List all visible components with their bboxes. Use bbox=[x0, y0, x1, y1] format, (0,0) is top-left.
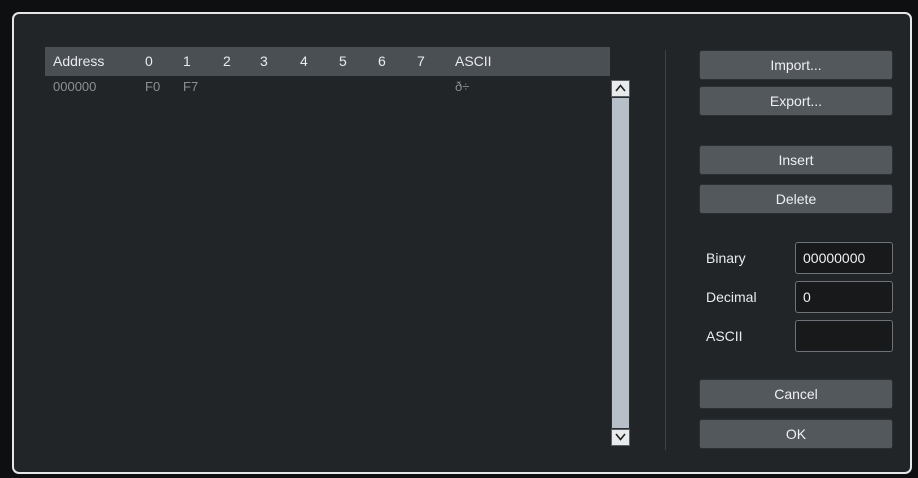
binary-field[interactable]: 00000000 bbox=[795, 242, 893, 274]
col-header-7[interactable]: 7 bbox=[417, 47, 425, 76]
col-header-6[interactable]: 6 bbox=[378, 47, 386, 76]
hex-table-header: Address 0 1 2 3 4 5 6 7 ASCII bbox=[45, 47, 610, 76]
cell-byte-1[interactable]: F7 bbox=[183, 76, 198, 98]
chevron-up-icon bbox=[615, 84, 626, 92]
divider bbox=[665, 50, 666, 450]
hex-table-body[interactable]: 000000 F0 F7 ð÷ bbox=[45, 76, 610, 449]
scroll-thumb[interactable] bbox=[612, 98, 629, 428]
binary-label: Binary bbox=[706, 250, 746, 266]
decimal-label: Decimal bbox=[706, 289, 757, 305]
cell-ascii[interactable]: ð÷ bbox=[455, 76, 469, 98]
scroll-down-button[interactable] bbox=[611, 429, 630, 446]
insert-button[interactable]: Insert bbox=[699, 145, 893, 175]
col-header-4[interactable]: 4 bbox=[300, 47, 308, 76]
col-header-ascii[interactable]: ASCII bbox=[455, 47, 492, 76]
cancel-button[interactable]: Cancel bbox=[699, 379, 893, 409]
export-button[interactable]: Export... bbox=[699, 86, 893, 116]
cell-byte-0[interactable]: F0 bbox=[145, 76, 160, 98]
col-header-1[interactable]: 1 bbox=[183, 47, 191, 76]
ascii-field[interactable] bbox=[795, 320, 893, 352]
chevron-down-icon bbox=[615, 433, 626, 441]
sysex-editor-dialog: Address 0 1 2 3 4 5 6 7 ASCII 000000 F0 … bbox=[12, 12, 912, 474]
col-header-2[interactable]: 2 bbox=[223, 47, 231, 76]
scroll-up-button[interactable] bbox=[611, 80, 630, 97]
col-header-address[interactable]: Address bbox=[53, 47, 104, 76]
col-header-3[interactable]: 3 bbox=[260, 47, 268, 76]
ok-button[interactable]: OK bbox=[699, 419, 893, 449]
import-button[interactable]: Import... bbox=[699, 50, 893, 80]
cell-address[interactable]: 000000 bbox=[53, 76, 96, 98]
col-header-0[interactable]: 0 bbox=[145, 47, 153, 76]
ascii-label: ASCII bbox=[706, 328, 743, 344]
col-header-5[interactable]: 5 bbox=[339, 47, 347, 76]
delete-button[interactable]: Delete bbox=[699, 184, 893, 214]
table-scrollbar[interactable] bbox=[611, 80, 630, 446]
table-row[interactable]: 000000 F0 F7 ð÷ bbox=[45, 76, 610, 98]
decimal-field[interactable]: 0 bbox=[795, 281, 893, 313]
